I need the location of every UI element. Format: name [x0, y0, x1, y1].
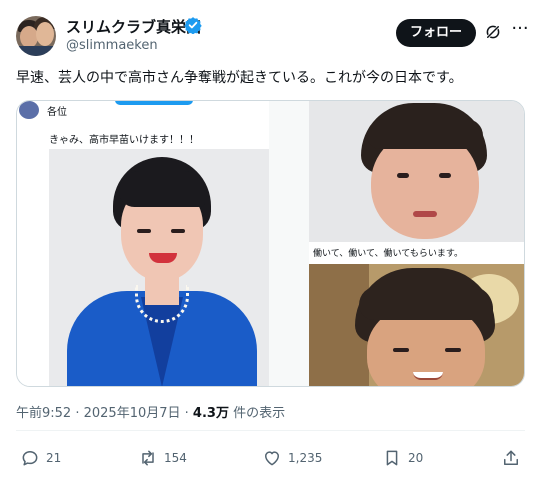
share-button[interactable]: [501, 446, 521, 470]
meta-separator: ·: [71, 406, 84, 421]
follow-button[interactable]: フォロー: [396, 19, 476, 47]
media-grid[interactable]: 各位 きゃみ、高市早苗いけます！！！ 働いて、働いて、働いてもらいます。: [16, 100, 525, 387]
embedded-avatar: [19, 101, 39, 119]
reply-icon: [22, 451, 38, 466]
media-image-top-right[interactable]: [309, 101, 524, 242]
bookmark-icon: [386, 450, 398, 466]
views-label: 件の表示: [228, 406, 286, 421]
tweet-date[interactable]: 2025年10月7日: [84, 406, 181, 421]
verified-badge-icon: [184, 17, 202, 34]
repost-count: 154: [164, 451, 187, 465]
media-caption-strip: 働いて、働いて、働いてもらいます。: [309, 242, 524, 264]
like-count: 1,235: [288, 451, 323, 465]
author-avatar[interactable]: [16, 16, 56, 56]
tweet-header: スリムクラブ真栄田 @slimmaeken フォロー ···: [0, 0, 541, 62]
woman-photo: [49, 149, 269, 386]
author-display-name[interactable]: スリムクラブ真栄田: [66, 16, 201, 37]
media-image-bottom-right[interactable]: [309, 264, 524, 386]
divider: [16, 430, 525, 431]
meta-separator-2: ·: [180, 406, 193, 421]
views-count: 4.3万: [192, 406, 229, 421]
bookmark-count: 20: [408, 451, 424, 465]
tweet-text: 早速、芸人の中で高市さん争奪戦が起きている。これが今の日本です。: [16, 70, 463, 86]
embedded-message: きゃみ、高市早苗いけます！！！: [49, 135, 199, 146]
author-handle[interactable]: @slimmaeken: [66, 38, 158, 53]
more-horizontal-icon[interactable]: ···: [511, 20, 529, 40]
repost-button[interactable]: 154: [138, 446, 187, 470]
tweet-meta: 午前9:52 · 2025年10月7日 · 4.3万 件の表示: [16, 402, 285, 421]
embedded-follow-pill: [115, 101, 193, 105]
bookmark-button[interactable]: 20: [382, 446, 423, 470]
grok-slash-icon[interactable]: [484, 23, 502, 41]
like-button[interactable]: 1,235: [262, 446, 322, 470]
heart-icon: [265, 451, 279, 466]
action-bar: 21 154 1,235 20: [0, 446, 541, 470]
reply-button[interactable]: 21: [20, 446, 61, 470]
tweet-time[interactable]: 午前9:52: [16, 406, 71, 421]
repost-icon: [142, 450, 154, 466]
share-icon: [504, 450, 518, 465]
embedded-greeting: 各位: [47, 107, 67, 118]
media-caption: 働いて、働いて、働いてもらいます。: [313, 249, 463, 259]
reply-count: 21: [46, 451, 62, 465]
media-image-left[interactable]: 各位 きゃみ、高市早苗いけます！！！: [17, 101, 269, 386]
